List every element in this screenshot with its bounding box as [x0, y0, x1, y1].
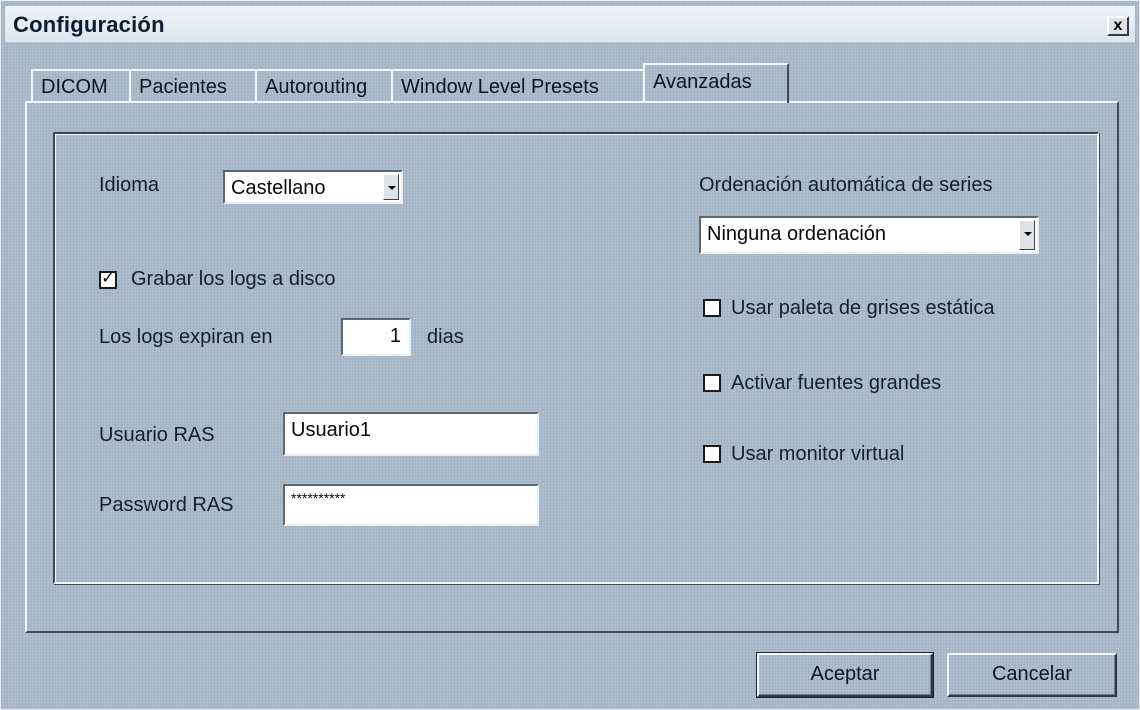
- language-label: Idioma: [99, 174, 160, 196]
- tab-pacientes[interactable]: Pacientes: [129, 69, 257, 101]
- language-select[interactable]: Castellano: [223, 170, 403, 204]
- virtual-monitor-label: Usar monitor virtual: [731, 443, 905, 465]
- ras-user-input[interactable]: Usuario1: [283, 412, 539, 456]
- sort-value: Ninguna ordenación: [707, 223, 887, 245]
- tab-avanzadas[interactable]: Avanzadas: [643, 63, 789, 103]
- ras-password-value: **********: [291, 490, 346, 506]
- virtual-monitor-checkbox[interactable]: [703, 445, 721, 463]
- sort-label: Ordenación automática de series: [699, 174, 993, 196]
- logs-expire-label: Los logs expiran en: [99, 326, 273, 348]
- close-button[interactable]: x: [1107, 16, 1129, 36]
- ras-password-label: Password RAS: [99, 494, 234, 516]
- chevron-down-icon[interactable]: [383, 174, 399, 200]
- config-dialog: Configuración x DICOM Pacientes Autorout…: [0, 0, 1140, 710]
- ras-password-input[interactable]: **********: [283, 484, 539, 526]
- tab-window-level-presets[interactable]: Window Level Presets: [391, 69, 645, 101]
- language-value: Castellano: [231, 177, 326, 199]
- logs-expire-unit: dias: [427, 326, 464, 348]
- logs-expire-days-value: 1: [389, 325, 401, 347]
- large-fonts-label: Activar fuentes grandes: [731, 372, 942, 394]
- accept-button[interactable]: Aceptar: [756, 652, 934, 698]
- checkmark-icon: ✓: [101, 270, 115, 287]
- save-logs-checkbox[interactable]: ✓: [99, 270, 117, 289]
- ras-user-value: Usuario1: [291, 419, 372, 441]
- title-bar: Configuración x: [5, 6, 1135, 43]
- tab-dicom[interactable]: DICOM: [31, 69, 131, 101]
- large-fonts-checkbox[interactable]: [703, 374, 721, 392]
- save-logs-label: Grabar los logs a disco: [131, 268, 336, 290]
- settings-group: Idioma Castellano ✓ Grabar los logs a di…: [53, 132, 1099, 584]
- cancel-button[interactable]: Cancelar: [947, 653, 1117, 697]
- tab-page-avanzadas: Idioma Castellano ✓ Grabar los logs a di…: [25, 101, 1119, 633]
- ras-user-label: Usuario RAS: [99, 424, 215, 446]
- logs-expire-days-input[interactable]: 1: [341, 318, 411, 356]
- tab-autorouting[interactable]: Autorouting: [255, 69, 393, 101]
- static-gray-checkbox[interactable]: [703, 299, 721, 317]
- static-gray-label: Usar paleta de grises estática: [731, 297, 995, 319]
- window-title: Configuración: [13, 12, 165, 37]
- chevron-down-icon[interactable]: [1019, 220, 1035, 250]
- sort-select[interactable]: Ninguna ordenación: [699, 216, 1039, 254]
